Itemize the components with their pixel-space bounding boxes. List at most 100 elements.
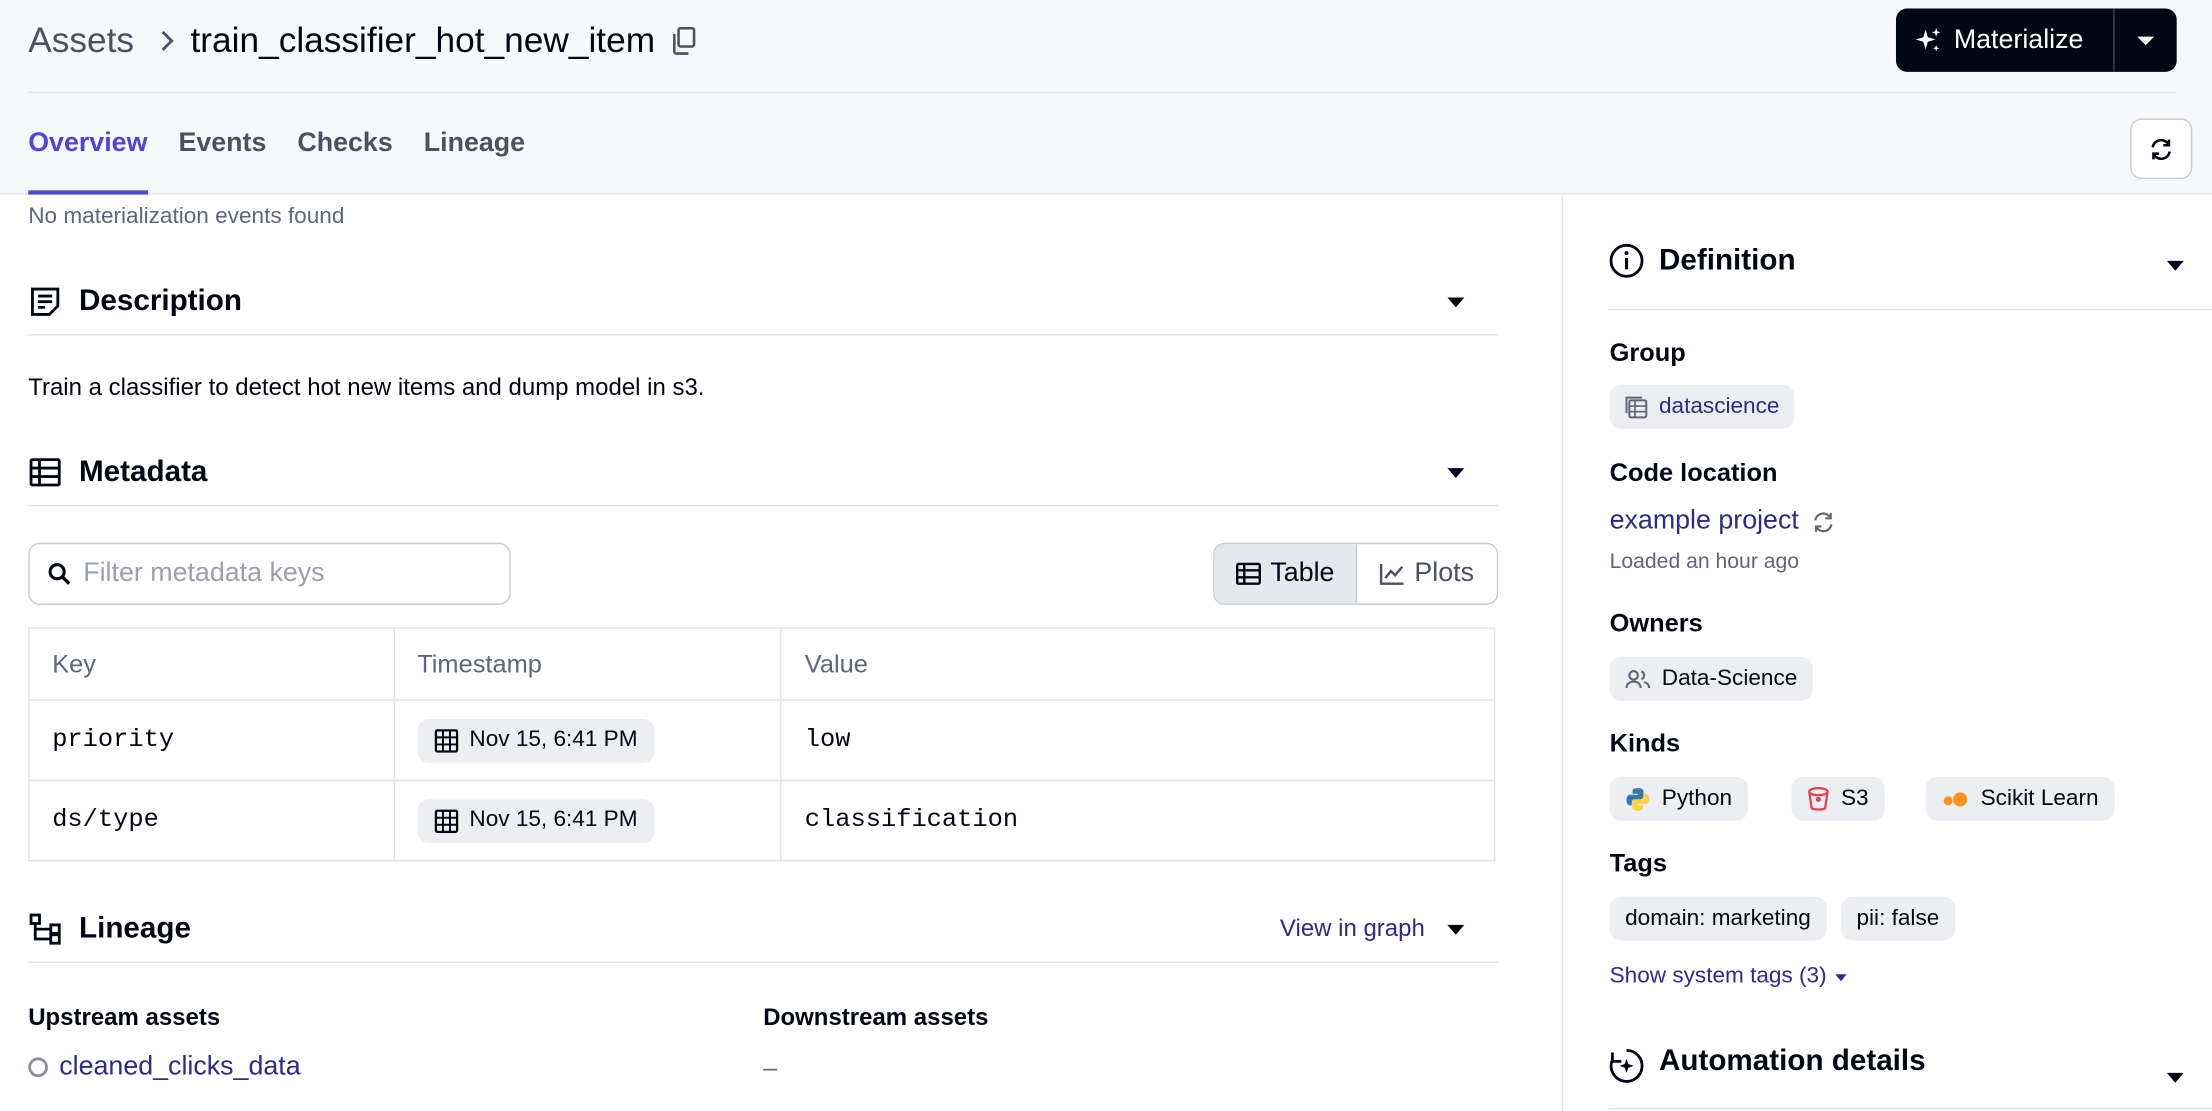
lineage-icon	[28, 912, 62, 946]
group-name: datascience	[1658, 394, 1780, 419]
plots-view-label: Plots	[1414, 558, 1475, 588]
table-icon	[1235, 562, 1261, 585]
upstream-asset-link[interactable]: cleaned_clicks_data	[28, 1051, 301, 1083]
main-content: No materialization events found Descript…	[0, 196, 1560, 1111]
table-row: ds/type Nov 15, 6:41 PM classification	[28, 779, 1496, 862]
table-row: priority Nov 15, 6:41 PM low	[28, 699, 1496, 782]
calendar-table-icon	[434, 808, 458, 833]
column-header-value: Value	[780, 627, 1496, 701]
tags-label: Tags	[1609, 848, 1668, 877]
show-system-tags-toggle[interactable]: Show system tags (3)	[1610, 964, 1847, 989]
refresh-button[interactable]	[2130, 118, 2193, 180]
kind-name: S3	[1840, 786, 1869, 810]
kind-tag-python[interactable]: Python	[1609, 776, 1748, 821]
timestamp-text: Nov 15, 6:41 PM	[469, 807, 638, 832]
kind-tag-s3[interactable]: S3	[1791, 776, 1885, 821]
definition-title: Definition	[1658, 243, 1796, 277]
tab-overview[interactable]: Overview	[28, 124, 147, 195]
definition-panel: Definition Group datascience Code locati…	[1561, 195, 2212, 1111]
code-location-link[interactable]: example project	[1610, 506, 1837, 537]
tab-bar: Overview Events Checks Lineage	[28, 124, 525, 195]
owner-tag[interactable]: Data-Science	[1609, 657, 1813, 701]
group-label: Group	[1609, 338, 1686, 367]
asset-page: Assets train_classifier_hot_new_item Mat…	[0, 0, 2212, 1111]
metadata-timestamp-cell: Nov 15, 6:41 PM	[393, 779, 783, 862]
chevron-down-icon[interactable]	[1447, 467, 1465, 478]
chevron-down-icon[interactable]	[1447, 296, 1465, 307]
page-header: Assets train_classifier_hot_new_item Mat…	[0, 0, 2212, 195]
upstream-assets-title: Upstream assets	[28, 1003, 221, 1031]
lineage-section-header[interactable]: Lineage View in graph	[28, 895, 1499, 963]
owner-name: Data-Science	[1661, 666, 1798, 691]
chevron-down-icon[interactable]	[2166, 260, 2184, 271]
owners-label: Owners	[1609, 609, 1703, 638]
tab-lineage[interactable]: Lineage	[424, 124, 525, 194]
column-header-key: Key	[28, 627, 395, 701]
view-in-graph-link[interactable]: View in graph	[1280, 914, 1425, 942]
tag-domain[interactable]: domain: marketing	[1609, 896, 1827, 941]
plots-view-button[interactable]: Plots	[1356, 544, 1496, 603]
people-icon	[1625, 669, 1651, 688]
metadata-section-header[interactable]: Metadata	[28, 438, 1499, 507]
table-view-label: Table	[1270, 558, 1335, 588]
refresh-icon	[2151, 138, 2171, 160]
timestamp-badge[interactable]: Nov 15, 6:41 PM	[417, 718, 655, 763]
chevron-right-icon	[153, 30, 174, 51]
timestamp-text: Nov 15, 6:41 PM	[469, 727, 638, 752]
metadata-title: Metadata	[78, 454, 208, 488]
kind-tag-scikit-learn[interactable]: Scikit Learn	[1925, 776, 2115, 821]
metadata-timestamp-cell: Nov 15, 6:41 PM	[393, 699, 783, 782]
description-title: Description	[78, 284, 242, 317]
tag-pii[interactable]: pii: false	[1840, 896, 1955, 941]
chevron-down-icon	[1835, 973, 1847, 981]
reload-icon[interactable]	[1810, 508, 1837, 535]
description-section-header[interactable]: Description	[28, 268, 1499, 336]
no-events-message: No materialization events found	[28, 204, 345, 229]
tab-events[interactable]: Events	[178, 124, 266, 194]
calendar-table-icon	[434, 728, 458, 752]
python-icon	[1626, 787, 1650, 810]
group-tag[interactable]: datascience	[1609, 384, 1795, 429]
code-location-label: Code location	[1609, 458, 1778, 487]
sparkle-icon	[1915, 27, 1941, 51]
metadata-filter	[28, 542, 511, 605]
downstream-empty: –	[763, 1053, 778, 1082]
chevron-down-icon	[2137, 35, 2155, 45]
kind-name: Python	[1661, 786, 1733, 810]
metadata-table: Key Timestamp Value priority Nov 15, 6:4…	[28, 627, 1496, 862]
copy-icon[interactable]	[672, 26, 697, 55]
chevron-down-icon[interactable]	[1447, 924, 1465, 935]
description-icon	[28, 284, 62, 318]
status-dot	[28, 1057, 48, 1078]
upstream-asset-name: cleaned_clicks_data	[59, 1051, 301, 1082]
lineage-title: Lineage	[78, 911, 191, 944]
automation-title: Automation details	[1658, 1044, 1926, 1078]
metadata-key: ds/type	[28, 779, 395, 862]
definition-section-header[interactable]: Definition	[1608, 224, 2212, 311]
metadata-filter-input[interactable]	[83, 558, 493, 590]
page-title: train_classifier_hot_new_item	[190, 20, 656, 60]
materialize-button[interactable]: Materialize	[1896, 8, 2115, 72]
breadcrumb: Assets train_classifier_hot_new_item	[28, 0, 697, 82]
metadata-value: low	[780, 699, 1496, 782]
chevron-down-icon[interactable]	[2166, 1072, 2184, 1083]
metadata-view-toggle: Table Plots	[1213, 542, 1499, 605]
table-view-button[interactable]: Table	[1214, 544, 1357, 604]
metadata-key: priority	[28, 699, 395, 782]
description-text: Train a classifier to detect hot new ite…	[28, 373, 705, 401]
kinds-label: Kinds	[1609, 728, 1681, 758]
automation-section-header[interactable]: Automation details	[1608, 1036, 2212, 1110]
table-icon	[28, 455, 62, 489]
materialize-options-dropdown[interactable]	[2115, 8, 2177, 71]
divider	[28, 91, 2176, 94]
scikit-learn-icon	[1943, 791, 1968, 806]
chart-icon	[1379, 563, 1404, 585]
timestamp-badge[interactable]: Nov 15, 6:41 PM	[417, 798, 655, 843]
column-header-timestamp: Timestamp	[393, 627, 783, 701]
table-header-row: Key Timestamp Value	[28, 627, 1496, 701]
materialize-label: Materialize	[1953, 24, 2084, 55]
tab-checks[interactable]: Checks	[297, 124, 392, 194]
show-system-tags-label: Show system tags (3)	[1609, 964, 1827, 989]
breadcrumb-assets-link[interactable]: Assets	[28, 20, 134, 61]
materialize-button-group: Materialize	[1895, 8, 2177, 72]
